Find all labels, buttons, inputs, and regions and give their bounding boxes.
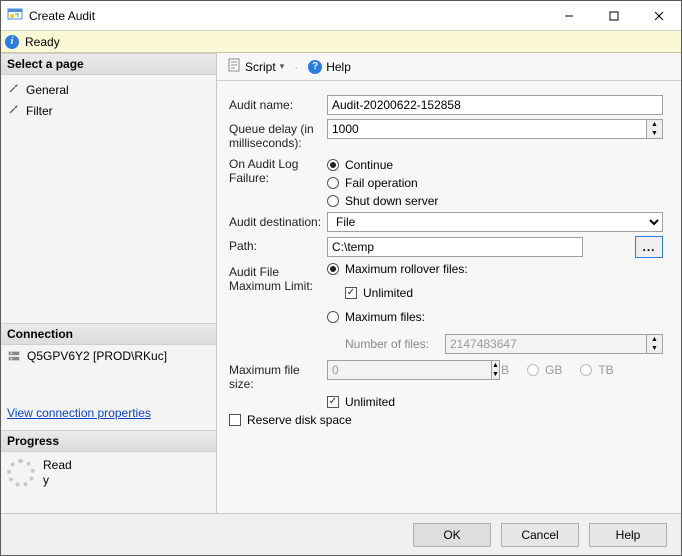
page-item-general[interactable]: General — [7, 79, 210, 100]
max-size-stepper: ▲▼ — [492, 360, 500, 380]
help-button[interactable]: ? Help — [304, 58, 355, 76]
radio-icon — [327, 263, 339, 275]
radio-label: Maximum files: — [345, 310, 425, 324]
checkbox-icon — [345, 287, 357, 299]
close-button[interactable] — [636, 1, 681, 30]
chevron-up-icon: ▲ — [492, 361, 499, 370]
radio-label: GB — [545, 363, 562, 377]
check-unlimited-size[interactable]: Unlimited — [327, 395, 395, 409]
chevron-down-icon: ▼ — [647, 344, 662, 353]
connection-header: Connection — [1, 323, 216, 345]
check-reserve-disk[interactable]: Reserve disk space — [229, 413, 352, 427]
left-pane: Select a page General Filter Connection … — [1, 53, 217, 513]
script-icon — [227, 58, 241, 75]
radio-continue[interactable]: Continue — [327, 158, 438, 172]
audit-name-label: Audit name: — [229, 95, 327, 112]
browse-button[interactable]: ... — [635, 236, 663, 258]
minimize-button[interactable] — [546, 1, 591, 30]
server-icon — [7, 349, 21, 366]
chevron-up-icon: ▲ — [647, 335, 662, 344]
chevron-up-icon: ▲ — [647, 120, 662, 129]
path-input[interactable] — [327, 237, 583, 257]
max-limit-label: Audit File Maximum Limit: — [229, 262, 327, 293]
titlebar: Create Audit — [1, 1, 681, 31]
right-pane: Script ▾ · ? Help Audit name: Queue dela… — [217, 53, 681, 513]
audit-dest-label: Audit destination: — [229, 212, 327, 229]
info-icon: i — [5, 35, 19, 49]
page-list: General Filter — [1, 75, 216, 125]
check-label: Unlimited — [363, 286, 413, 300]
create-audit-window: Create Audit i Ready Select a page Gener… — [0, 0, 682, 556]
progress-text: Ready — [43, 458, 73, 487]
chevron-down-icon: ▼ — [492, 370, 499, 379]
checkbox-icon — [229, 414, 241, 426]
connection-text: Q5GPV6Y2 [PROD\RKuc] — [27, 349, 167, 363]
radio-unit-gb: GB — [527, 363, 562, 377]
queue-delay-label: Queue delay (in milliseconds): — [229, 119, 327, 150]
num-files-label: Number of files: — [345, 337, 437, 351]
dialog-footer: OK Cancel Help — [1, 513, 681, 555]
radio-shut-down[interactable]: Shut down server — [327, 194, 438, 208]
radio-label: Fail operation — [345, 176, 418, 190]
radio-max-rollover[interactable]: Maximum rollover files: — [327, 262, 663, 276]
chevron-down-icon: ▼ — [647, 129, 662, 138]
progress-spinner-icon — [7, 459, 35, 487]
form-area: Audit name: Queue delay (in milliseconds… — [217, 81, 681, 513]
toolbar-separator: · — [294, 60, 298, 74]
check-label: Unlimited — [345, 395, 395, 409]
radio-label: Shut down server — [345, 194, 438, 208]
max-size-input — [327, 360, 492, 380]
wrench-icon — [7, 102, 21, 119]
maximize-button[interactable] — [591, 1, 636, 30]
help-icon: ? — [308, 60, 322, 74]
check-label: Reserve disk space — [247, 413, 352, 427]
radio-label: Maximum rollover files: — [345, 262, 468, 276]
radio-max-files[interactable]: Maximum files: — [327, 310, 663, 324]
view-connection-link[interactable]: View connection properties — [1, 400, 216, 430]
help-label: Help — [326, 60, 351, 74]
chevron-down-icon: ▾ — [280, 61, 285, 72]
radio-icon — [580, 364, 592, 376]
on-failure-label: On Audit Log Failure: — [229, 154, 327, 185]
cancel-button[interactable]: Cancel — [501, 523, 579, 547]
path-label: Path: — [229, 236, 327, 253]
radio-label: TB — [598, 363, 613, 377]
ok-button[interactable]: OK — [413, 523, 491, 547]
max-size-label: Maximum file size: — [229, 360, 327, 391]
select-page-header: Select a page — [1, 53, 216, 75]
window-controls — [546, 1, 681, 30]
check-unlimited-rollover[interactable]: Unlimited — [345, 286, 663, 300]
checkbox-icon — [327, 396, 339, 408]
script-button[interactable]: Script ▾ — [223, 56, 288, 77]
radio-label: Continue — [345, 158, 393, 172]
app-icon — [7, 6, 23, 25]
page-item-label: Filter — [26, 104, 53, 118]
help-button[interactable]: Help — [589, 523, 667, 547]
page-item-filter[interactable]: Filter — [7, 100, 210, 121]
radio-icon — [527, 364, 539, 376]
num-files-stepper: ▲▼ — [647, 334, 663, 354]
radio-fail-operation[interactable]: Fail operation — [327, 176, 438, 190]
toolbar: Script ▾ · ? Help — [217, 53, 681, 81]
radio-icon — [327, 177, 339, 189]
progress-header: Progress — [1, 430, 216, 452]
status-text: Ready — [25, 35, 60, 49]
connection-block: Q5GPV6Y2 [PROD\RKuc] — [1, 345, 216, 370]
radio-icon — [327, 195, 339, 207]
audit-dest-select[interactable]: File — [327, 212, 663, 232]
queue-delay-stepper[interactable]: ▲▼ — [647, 119, 663, 139]
window-title: Create Audit — [29, 9, 546, 23]
num-files-input — [445, 334, 647, 354]
radio-icon — [327, 311, 339, 323]
queue-delay-input[interactable] — [327, 119, 647, 139]
status-strip: i Ready — [1, 31, 681, 53]
radio-unit-tb: TB — [580, 363, 613, 377]
page-item-label: General — [26, 83, 69, 97]
wrench-icon — [7, 81, 21, 98]
radio-icon — [327, 159, 339, 171]
script-label: Script — [245, 60, 276, 74]
audit-name-input[interactable] — [327, 95, 663, 115]
progress-block: Ready — [1, 452, 216, 493]
